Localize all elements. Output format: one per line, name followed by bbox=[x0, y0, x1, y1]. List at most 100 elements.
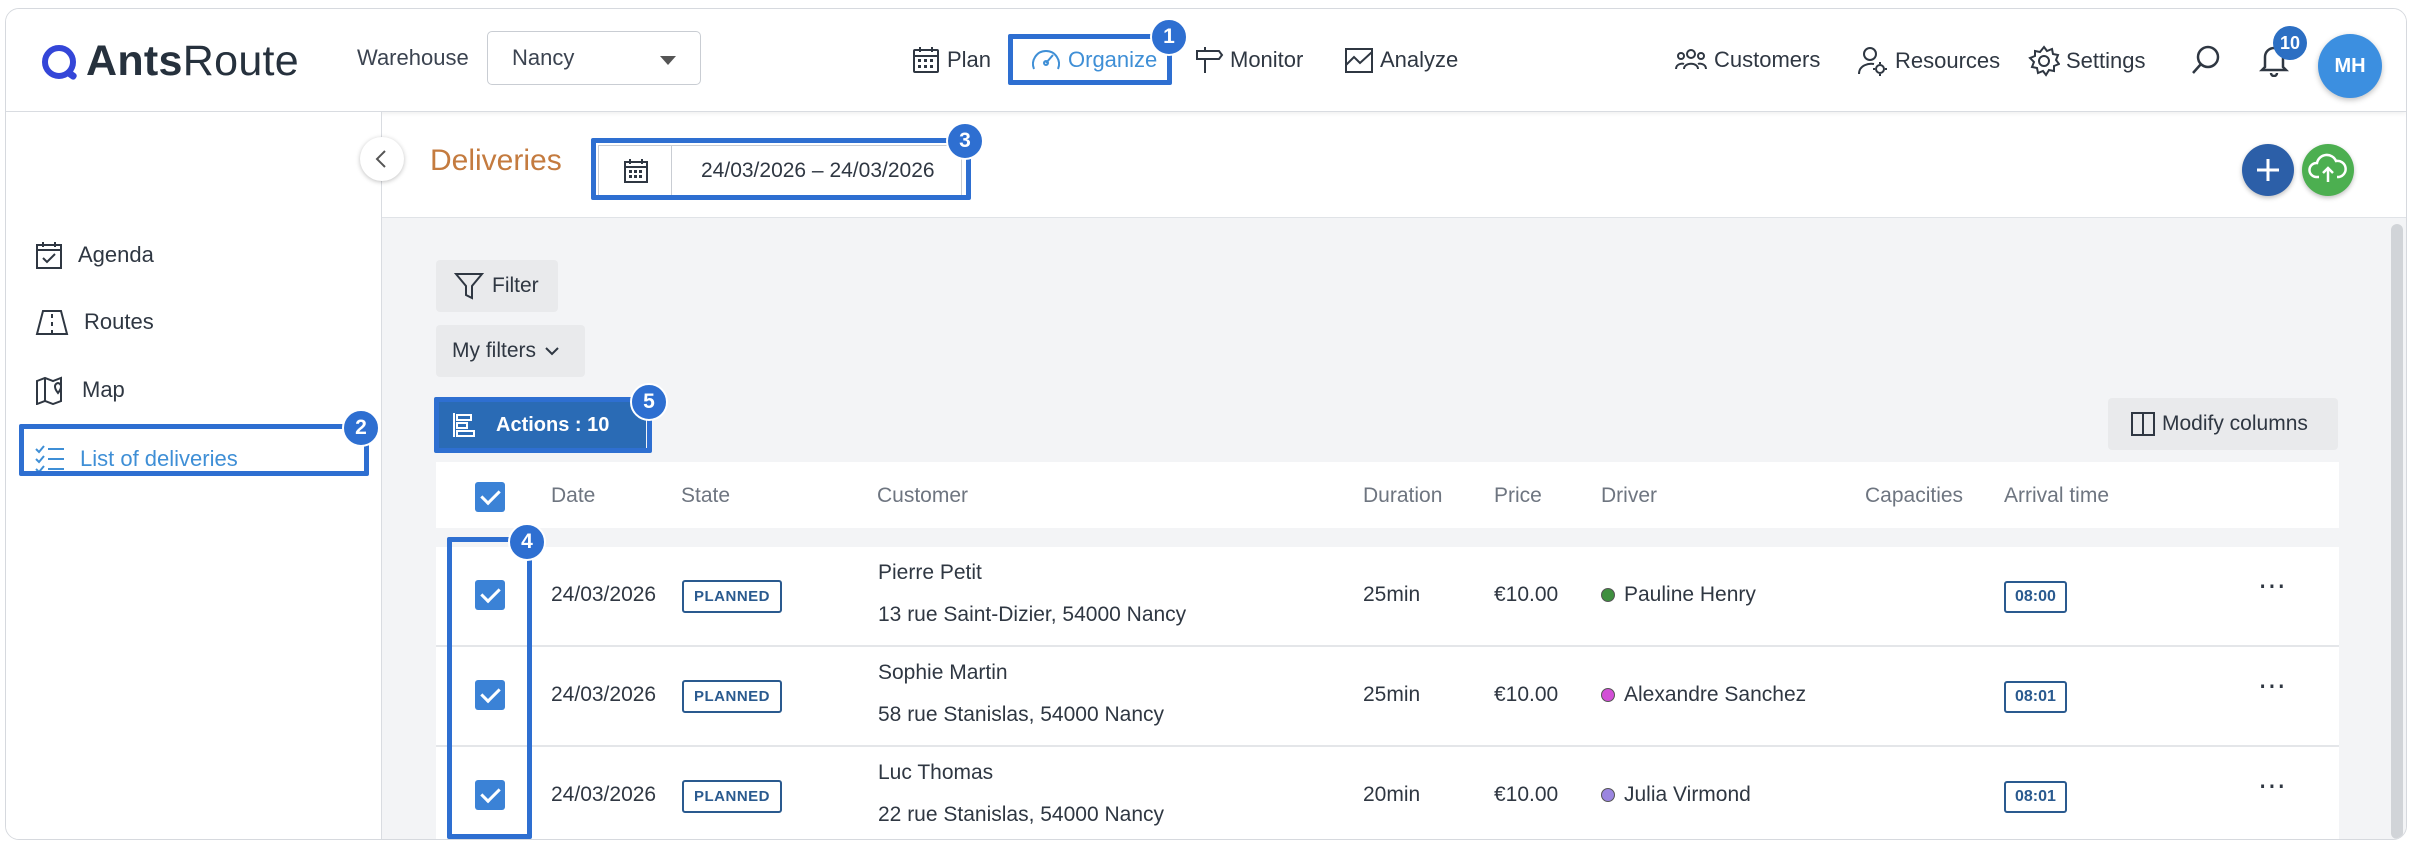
row-more-menu[interactable]: ⋯ bbox=[2258, 769, 2287, 802]
state-badge: PLANNED bbox=[682, 680, 783, 713]
state-badge: PLANNED bbox=[682, 580, 783, 613]
delivery-duration: 25min bbox=[1363, 683, 1421, 706]
driver-color-dot bbox=[1601, 788, 1615, 802]
notification-count-badge: 10 bbox=[2273, 26, 2307, 60]
table-header: Date State Customer Duration Price Drive… bbox=[436, 462, 2339, 528]
delivery-price: €10.00 bbox=[1494, 783, 1559, 806]
warehouse-value: Nancy bbox=[512, 45, 575, 70]
chevron-left-icon bbox=[375, 150, 386, 168]
logo-text-bold: Ants bbox=[86, 37, 183, 85]
upload-button[interactable] bbox=[2302, 144, 2354, 196]
nav-analyze[interactable]: Analyze bbox=[1344, 45, 1458, 75]
nav-resources[interactable]: Resources bbox=[1857, 45, 2000, 77]
my-filters-label: My filters bbox=[452, 339, 536, 362]
calendar-check-icon bbox=[36, 242, 62, 269]
page-title: Deliveries bbox=[430, 144, 562, 177]
table-row[interactable]: 24/03/2026 PLANNED Pierre Petit 13 rue S… bbox=[436, 547, 2339, 647]
columns-icon bbox=[2131, 412, 2155, 436]
nav-customers[interactable]: Customers bbox=[1674, 45, 1820, 75]
search-button[interactable] bbox=[2190, 44, 2222, 81]
arrival-time-badge: 08:01 bbox=[2004, 681, 2067, 713]
column-header-state[interactable]: State bbox=[681, 484, 730, 508]
calendar-icon bbox=[913, 47, 939, 73]
annotation-badge-4: 4 bbox=[508, 523, 546, 561]
column-header-duration[interactable]: Duration bbox=[1363, 484, 1442, 508]
driver-color-dot bbox=[1601, 688, 1615, 702]
signpost-icon bbox=[1196, 47, 1224, 73]
filter-button[interactable]: Filter bbox=[436, 260, 558, 312]
filter-label: Filter bbox=[492, 274, 539, 297]
caret-down-icon bbox=[660, 56, 676, 65]
select-all-checkbox[interactable] bbox=[475, 482, 505, 512]
highlight-box-3 bbox=[591, 138, 971, 200]
driver-name: Julia Virmond bbox=[1624, 783, 1751, 806]
row-more-menu[interactable]: ⋯ bbox=[2258, 569, 2287, 602]
annotation-badge-1: 1 bbox=[1150, 18, 1188, 56]
annotation-badge-3: 3 bbox=[946, 122, 984, 160]
resources-icon bbox=[1858, 47, 1887, 76]
driver-name: Alexandre Sanchez bbox=[1624, 683, 1807, 706]
modify-columns-button[interactable]: Modify columns bbox=[2108, 398, 2338, 450]
logo-text-light: Route bbox=[182, 37, 300, 85]
modify-columns-label: Modify columns bbox=[2162, 412, 2308, 435]
state-badge: PLANNED bbox=[682, 780, 783, 813]
sidebar-item-routes[interactable]: Routes bbox=[34, 308, 154, 336]
column-header-arrival-time[interactable]: Arrival time bbox=[2004, 484, 2109, 508]
sidebar-item-label: Map bbox=[82, 377, 125, 402]
vertical-scrollbar[interactable] bbox=[2391, 224, 2403, 839]
top-bar: AntsRoute Warehouse Nancy Plan Organize … bbox=[6, 9, 2406, 112]
column-header-date[interactable]: Date bbox=[551, 484, 595, 508]
arrival-time-badge: 08:00 bbox=[2004, 581, 2067, 613]
warehouse-select[interactable]: Nancy bbox=[487, 31, 701, 85]
delivery-duration: 25min bbox=[1363, 583, 1421, 606]
nav-plan[interactable]: Plan bbox=[911, 45, 991, 75]
delivery-date: 24/03/2026 bbox=[551, 783, 657, 806]
add-delivery-button[interactable] bbox=[2242, 144, 2294, 196]
cloud-upload-icon bbox=[2308, 153, 2347, 182]
sidebar-item-map[interactable]: Map bbox=[34, 375, 125, 405]
table-row[interactable]: 24/03/2026 PLANNED Sophie Martin 58 rue … bbox=[436, 647, 2339, 747]
customer-address: 58 rue Stanislas, 54000 Nancy bbox=[878, 703, 1165, 726]
warehouse-label: Warehouse bbox=[357, 45, 469, 70]
search-icon bbox=[2192, 45, 2220, 74]
customers-icon bbox=[1675, 49, 1707, 70]
road-icon bbox=[35, 310, 69, 335]
sidebar-item-agenda[interactable]: Agenda bbox=[34, 240, 154, 270]
delivery-date: 24/03/2026 bbox=[551, 583, 657, 606]
delivery-price: €10.00 bbox=[1494, 583, 1559, 606]
logo-mark-icon bbox=[42, 44, 76, 79]
my-filters-dropdown[interactable]: My filters bbox=[436, 325, 585, 377]
driver-color-dot bbox=[1601, 588, 1615, 602]
delivery-price: €10.00 bbox=[1494, 683, 1559, 706]
nav-analyze-label: Analyze bbox=[1380, 47, 1459, 72]
customer-address: 22 rue Stanislas, 54000 Nancy bbox=[878, 803, 1165, 826]
highlight-box-5 bbox=[434, 397, 652, 453]
annotation-badge-5: 5 bbox=[630, 383, 668, 421]
nav-settings[interactable]: Settings bbox=[2028, 45, 2146, 77]
nav-resources-label: Resources bbox=[1895, 48, 2001, 73]
nav-settings-label: Settings bbox=[2066, 48, 2146, 73]
nav-monitor[interactable]: Monitor bbox=[1194, 45, 1303, 75]
row-more-menu[interactable]: ⋯ bbox=[2258, 669, 2287, 702]
plus-icon bbox=[2257, 159, 2279, 181]
user-avatar[interactable]: MH bbox=[2318, 34, 2382, 98]
column-header-driver[interactable]: Driver bbox=[1601, 484, 1657, 508]
chart-icon bbox=[1345, 48, 1373, 73]
map-pin-icon bbox=[36, 376, 62, 405]
antsroute-logo[interactable]: AntsRoute bbox=[42, 37, 299, 86]
column-header-customer[interactable]: Customer bbox=[877, 484, 968, 508]
table-row[interactable]: 24/03/2026 PLANNED Luc Thomas 22 rue Sta… bbox=[436, 747, 2339, 839]
sidebar-item-label: Agenda bbox=[78, 242, 154, 267]
highlight-box-4 bbox=[447, 537, 532, 839]
highlight-box-2 bbox=[19, 424, 369, 476]
column-header-capacities[interactable]: Capacities bbox=[1865, 484, 1963, 508]
nav-plan-label: Plan bbox=[947, 47, 992, 72]
customer-name: Sophie Martin bbox=[878, 661, 1008, 684]
sidebar-item-label: Routes bbox=[84, 309, 154, 334]
annotation-badge-2: 2 bbox=[342, 409, 380, 447]
collapse-sidebar-button[interactable] bbox=[360, 137, 404, 181]
customer-name: Luc Thomas bbox=[878, 761, 994, 784]
column-header-price[interactable]: Price bbox=[1494, 484, 1542, 508]
driver-name: Pauline Henry bbox=[1624, 583, 1756, 606]
funnel-icon bbox=[454, 273, 484, 300]
